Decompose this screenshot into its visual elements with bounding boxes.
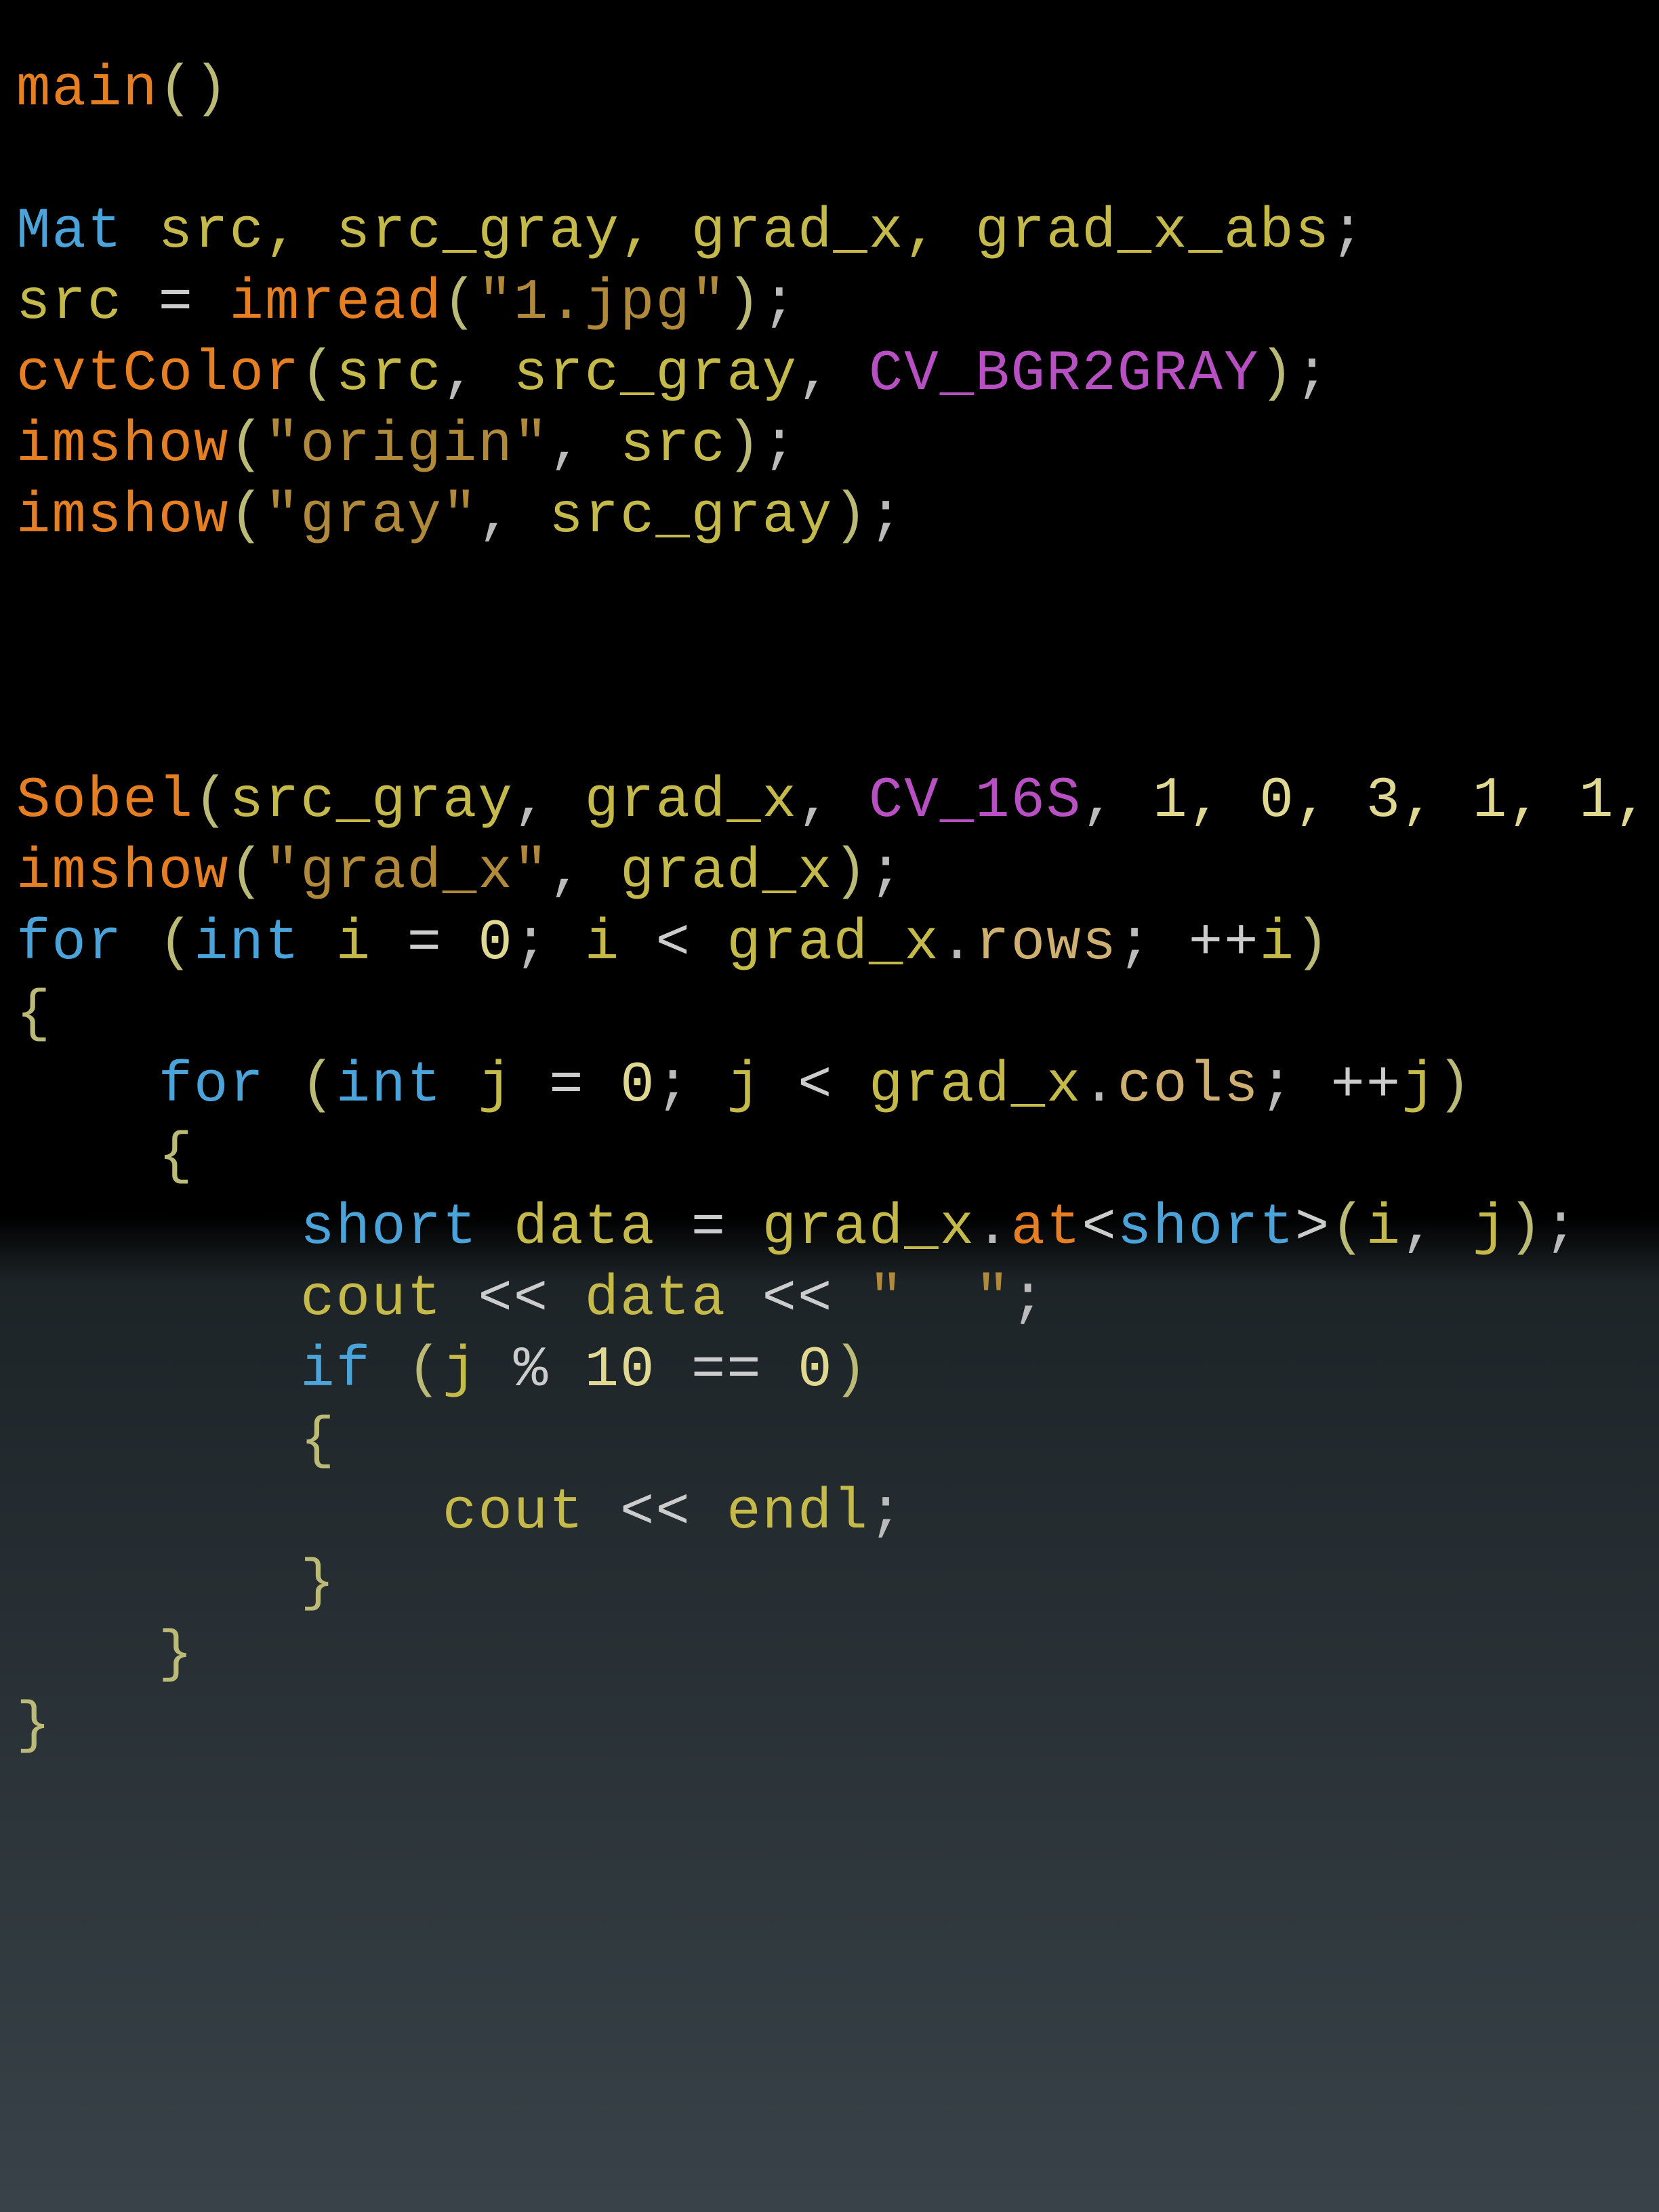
code-line: main() <box>16 58 229 122</box>
string-literal: "1.jpg" <box>478 271 726 335</box>
keyword-short: short <box>300 1196 478 1261</box>
code-line: } <box>16 1623 194 1687</box>
function-call: imshow <box>16 485 229 549</box>
function-call: imread <box>230 271 443 335</box>
string-literal: "grad_x" <box>265 840 549 905</box>
code-line: for (int i = 0; i < grad_x.rows; ++i) <box>16 912 1330 976</box>
keyword-for: for <box>16 912 123 976</box>
code-editor-viewport[interactable]: main() Mat src, src_gray, grad_x, grad_x… <box>0 0 1659 1762</box>
code-line: if (j % 10 == 0) <box>16 1338 869 1403</box>
code-line: { <box>16 1410 336 1474</box>
brace-close: } <box>16 1694 52 1759</box>
code-line: for (int j = 0; j < grad_x.cols; ++j) <box>16 1054 1473 1118</box>
paren-close: ) <box>194 58 229 122</box>
method-at: at <box>1011 1196 1082 1261</box>
keyword-for: for <box>159 1054 265 1118</box>
function-call: Sobel <box>16 769 194 834</box>
brace-close: } <box>300 1552 335 1616</box>
code-line: src = imread("1.jpg"); <box>16 271 798 335</box>
code-line: Sobel(src_gray, grad_x, CV_16S, 1, 0, 3,… <box>16 769 1650 834</box>
function-call: imshow <box>16 840 229 905</box>
function-name: main <box>16 58 159 122</box>
code-line: short data = grad_x.at<short>(i, j); <box>16 1196 1579 1261</box>
keyword-int: int <box>194 912 300 976</box>
current-line-highlight: { <box>16 1125 194 1189</box>
code-line: cout << endl; <box>16 1481 904 1545</box>
numeric-args: 1, 0, 3, 1, 1, <box>1153 769 1650 834</box>
member-cols: cols <box>1118 1054 1260 1118</box>
code-line: imshow("grad_x", grad_x); <box>16 840 904 905</box>
code-line: imshow("gray", src_gray); <box>16 485 904 549</box>
function-call: imshow <box>16 413 229 478</box>
brace-open: { <box>300 1410 335 1474</box>
code-line: Mat src, src_gray, grad_x, grad_x_abs; <box>16 200 1366 264</box>
type-keyword: Mat <box>16 200 123 264</box>
string-literal: "origin" <box>265 413 549 478</box>
endl: endl <box>726 1481 869 1545</box>
string-literal: " " <box>869 1267 1011 1332</box>
function-call: cvtColor <box>16 342 300 407</box>
code-line: cout << data << " "; <box>16 1267 1046 1332</box>
code-line: { <box>16 983 52 1047</box>
code-line: imshow("origin", src); <box>16 413 798 478</box>
string-literal: "gray" <box>265 485 478 549</box>
cout: cout <box>443 1481 585 1545</box>
constant: CV_16S <box>869 769 1082 834</box>
code-line: cvtColor(src, src_gray, CV_BGR2GRAY); <box>16 342 1330 407</box>
paren-open: ( <box>159 58 194 122</box>
keyword-if: if <box>300 1338 371 1403</box>
brace-open: { <box>159 1125 194 1189</box>
brace-open: { <box>16 983 52 1047</box>
keyword-int: int <box>336 1054 443 1118</box>
code-line: } <box>16 1694 52 1759</box>
brace-close: } <box>159 1623 194 1687</box>
member-rows: rows <box>975 912 1118 976</box>
var-declaration: src, src_gray, grad_x, grad_x_abs <box>159 200 1330 264</box>
code-line: } <box>16 1552 336 1616</box>
variable: src <box>16 271 123 335</box>
cout: cout <box>300 1267 443 1332</box>
constant: CV_BGR2GRAY <box>869 342 1260 407</box>
